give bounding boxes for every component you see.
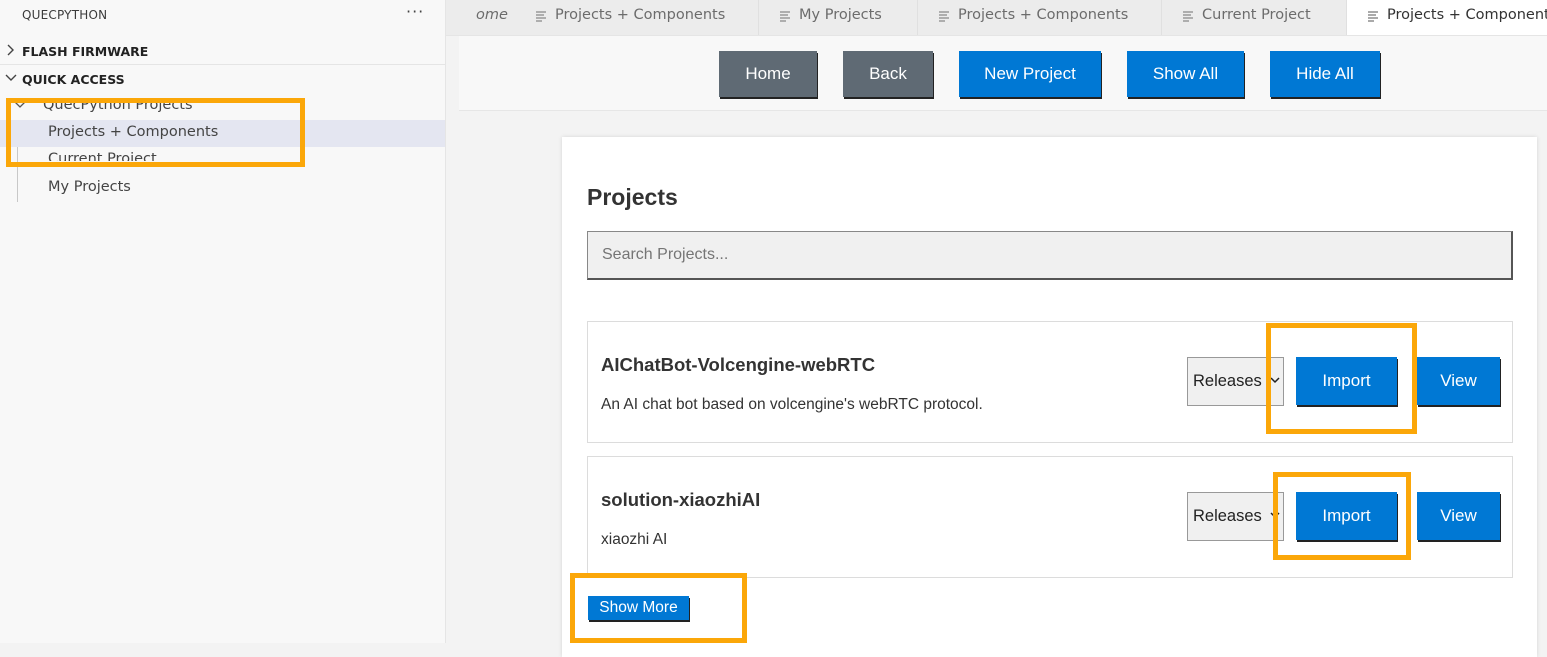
tab-label: Projects + Component: [1387, 7, 1547, 23]
chevron-down-icon: [5, 74, 17, 81]
new-project-button[interactable]: New Project: [959, 51, 1101, 97]
tree-item-label: Current Project: [48, 151, 157, 161]
search-projects-input[interactable]: [587, 231, 1513, 280]
tab-projects-components-active[interactable]: Projects + Component: [1347, 0, 1547, 35]
more-actions-icon[interactable]: ···: [406, 2, 424, 21]
document-lines-icon: [536, 11, 546, 22]
tab-label: My Projects: [799, 7, 882, 23]
document-lines-icon: [1183, 11, 1193, 22]
section-label: QUICK ACCESS: [22, 72, 125, 87]
view-button[interactable]: View: [1417, 492, 1500, 540]
tab-label: Projects + Components: [555, 7, 726, 23]
project-description: xiaozhi AI: [601, 531, 668, 548]
tab-home[interactable]: ome: [446, 0, 516, 35]
releases-dropdown[interactable]: Releases: [1187, 492, 1284, 541]
releases-label: Releases: [1193, 372, 1262, 390]
view-button[interactable]: View: [1417, 357, 1500, 405]
document-lines-icon: [780, 11, 790, 22]
releases-label: Releases: [1193, 507, 1262, 525]
project-description: An AI chat bot based on volcengine's web…: [601, 396, 983, 413]
project-name: AIChatBot-Volcengine-webRTC: [601, 354, 876, 375]
section-label: FLASH FIRMWARE: [22, 44, 149, 59]
show-more-button[interactable]: Show More: [588, 596, 689, 620]
tab-projects-components[interactable]: Projects + Components: [515, 0, 759, 35]
tab-label: Current Project: [1202, 7, 1311, 23]
projects-card: Projects AIChatBot-Volcengine-webRTC An …: [562, 137, 1537, 657]
chevron-right-icon: [7, 44, 14, 56]
tab-current-project[interactable]: Current Project: [1162, 0, 1347, 35]
document-lines-icon: [1368, 11, 1378, 22]
top-toolbar: Home Back New Project Show All Hide All: [459, 36, 1547, 111]
webview-content: Home Back New Project Show All Hide All …: [446, 36, 1547, 657]
project-item: AIChatBot-Volcengine-webRTC An AI chat b…: [587, 321, 1513, 443]
tab-label: Projects + Components: [958, 7, 1129, 23]
chevron-down-icon: [1270, 512, 1280, 519]
section-flash-firmware[interactable]: FLASH FIRMWARE: [0, 38, 445, 64]
document-lines-icon: [939, 11, 949, 22]
tab-my-projects[interactable]: My Projects: [759, 0, 918, 35]
hide-all-button[interactable]: Hide All: [1270, 51, 1380, 97]
projects-title: Projects: [587, 184, 678, 210]
tree-item-my-projects[interactable]: My Projects: [0, 175, 445, 202]
sidebar-title: QUECPYTHON: [22, 8, 108, 22]
explorer-sidebar: QUECPYTHON ··· FLASH FIRMWARE QUICK ACCE…: [0, 0, 446, 643]
tree-item-label: Projects + Components: [48, 124, 219, 140]
back-button[interactable]: Back: [843, 51, 933, 97]
home-button[interactable]: Home: [719, 51, 817, 97]
import-button[interactable]: Import: [1296, 492, 1397, 540]
tree-item-current-project[interactable]: Current Project: [0, 147, 445, 161]
tree-group-quecpython-projects[interactable]: QuecPython Projects: [0, 93, 445, 120]
project-name: solution-xiaozhiAI: [601, 489, 761, 510]
tab-projects-components-2[interactable]: Projects + Components: [918, 0, 1162, 35]
tree-item-label: My Projects: [48, 179, 131, 195]
import-button[interactable]: Import: [1296, 357, 1397, 405]
divider: [0, 64, 445, 65]
tab-label: ome: [476, 7, 508, 23]
chevron-down-icon: [14, 101, 26, 108]
tree-item-projects-components[interactable]: Projects + Components: [0, 120, 445, 147]
releases-dropdown[interactable]: Releases: [1187, 357, 1284, 406]
project-item: solution-xiaozhiAI xiaozhi AI Releases I…: [587, 456, 1513, 578]
tree-group-label: QuecPython Projects: [43, 97, 193, 113]
chevron-down-icon: [1270, 377, 1280, 384]
show-all-button[interactable]: Show All: [1127, 51, 1244, 97]
editor-tab-bar: ome Projects + Components My Projects Pr…: [446, 0, 1547, 36]
section-quick-access[interactable]: QUICK ACCESS: [0, 66, 445, 92]
